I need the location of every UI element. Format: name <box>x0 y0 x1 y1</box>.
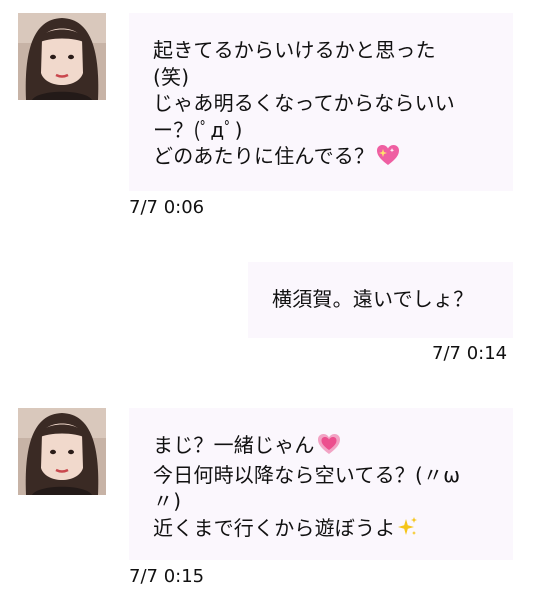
message-text-line-with-emoji: どのあたりに住んでる？ <box>153 143 513 173</box>
sparkles-icon <box>397 516 419 545</box>
avatar[interactable] <box>18 408 106 495</box>
message-text-line: (笑) <box>153 64 190 89</box>
message-text-line-with-emoji: 近くまで行くから遊ぼうよ <box>153 515 513 545</box>
message-timestamp: 7/7 0:06 <box>129 197 205 218</box>
message-bubble-received[interactable]: まじ？一緒じゃん 今日何時以降なら空いてる？(〃ω 〃) 近くまで行くから遊ぼう… <box>129 408 513 560</box>
avatar[interactable] <box>18 13 106 100</box>
message-timestamp: 7/7 0:15 <box>129 566 205 587</box>
message-text-line-with-emoji: まじ？一緒じゃん <box>153 432 513 462</box>
message-text: どのあたりに住んでる？ <box>153 144 375 168</box>
message-text-line: じゃあ明るくなってからならいい <box>153 91 455 115</box>
message-text: まじ？一緒じゃん <box>153 433 315 457</box>
message-text-line: 〃) <box>153 489 182 513</box>
message-text: 近くまで行くから遊ぼうよ <box>153 515 396 540</box>
growing-heart-icon <box>317 433 341 462</box>
avatar-photo <box>18 408 106 495</box>
message-timestamp: 7/7 0:14 <box>432 343 508 364</box>
message-text-line: 起きてるからいけるかと思った <box>153 38 436 62</box>
avatar-photo <box>18 13 106 100</box>
message-bubble-sent[interactable]: 横須賀。遠いでしょ？ <box>248 262 513 338</box>
sparkling-heart-icon <box>376 144 400 173</box>
message-text-line: 横須賀。遠いでしょ？ <box>272 287 474 311</box>
message-bubble-received[interactable]: 起きてるからいけるかと思った (笑) じゃあ明るくなってからならいい ー？(ﾟд… <box>129 13 513 191</box>
message-text-line: ー？(ﾟдﾟ) <box>153 117 243 142</box>
message-text-line: 今日何時以降なら空いてる？(〃ω <box>153 462 461 487</box>
